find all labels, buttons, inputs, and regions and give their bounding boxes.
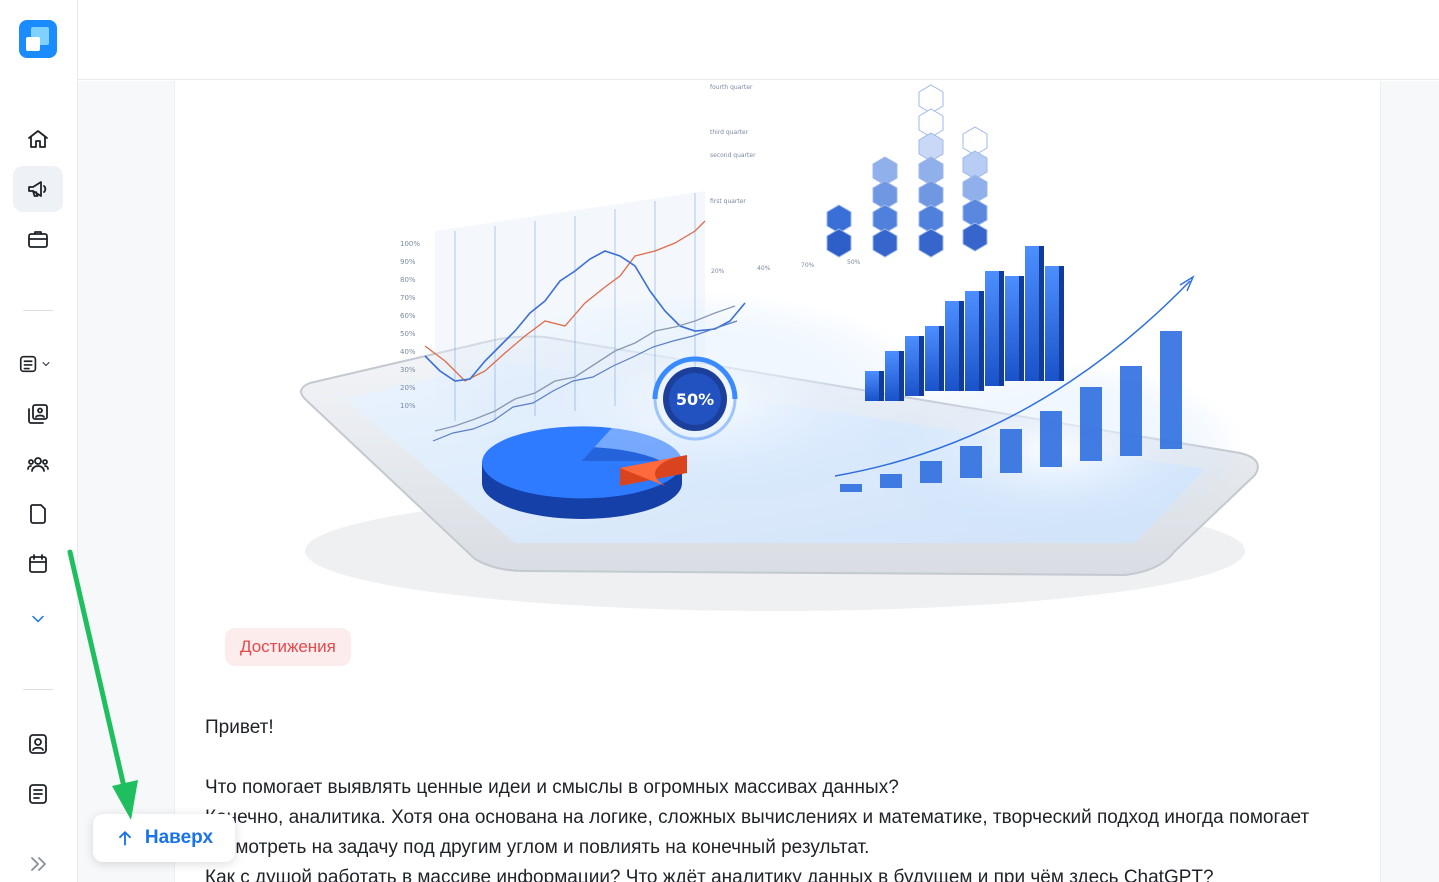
article-paragraph-2: Конечно, аналитика. Хотя она основана на… — [205, 807, 1310, 858]
people-icon — [27, 457, 49, 472]
nav-divider-2 — [23, 689, 53, 690]
hex-label-q2: second quarter — [710, 152, 756, 159]
hex-label-q1: first quarter — [710, 198, 746, 205]
hex-label-q4: fourth quarter — [710, 84, 753, 91]
home-icon — [28, 130, 48, 148]
y-tick-70: 70% — [400, 294, 416, 302]
nav-people[interactable] — [13, 441, 63, 487]
y-tick-100: 100% — [400, 240, 420, 248]
percent-ring: 50% — [652, 356, 738, 441]
y-tick-40: 40% — [400, 348, 416, 356]
article-greeting: Привет! — [205, 717, 274, 738]
calendar-icon — [29, 554, 47, 573]
nav-home[interactable] — [13, 116, 63, 162]
notes-icon — [29, 784, 47, 804]
nav-work[interactable] — [13, 216, 63, 262]
y-tick-80: 80% — [400, 276, 416, 284]
y-tick-60: 60% — [400, 312, 416, 320]
hex-pct-70: 70% — [801, 262, 815, 269]
nav-documents-menu[interactable] — [13, 341, 63, 387]
category-tag[interactable]: Достижения — [225, 628, 351, 666]
file-icon — [30, 504, 46, 524]
post-card: 100% 90% 80% 70% 60% 50% 40% 30% 20% 10% — [174, 81, 1381, 882]
nav-contacts[interactable] — [13, 721, 63, 767]
nav-expand-more[interactable] — [13, 596, 63, 642]
nav-announcements[interactable] — [13, 166, 63, 212]
sidebar — [0, 0, 78, 882]
scroll-to-top-button[interactable]: Наверх — [93, 814, 235, 862]
main-content: 100% 90% 80% 70% 60% 50% 40% 30% 20% 10% — [78, 81, 1439, 882]
document-list-icon — [19, 355, 37, 373]
y-tick-20: 20% — [400, 384, 416, 392]
article-paragraph-3: Как с душой работать в массиве информаци… — [205, 867, 1214, 882]
gallery-icon — [28, 404, 48, 424]
nav-gallery[interactable] — [13, 391, 63, 437]
app-logo[interactable] — [19, 20, 57, 58]
hex-pct-20: 20% — [711, 268, 725, 275]
y-tick-30: 30% — [400, 366, 416, 374]
megaphone-icon — [28, 181, 47, 197]
y-tick-50: 50% — [400, 330, 416, 338]
top-bar — [78, 0, 1439, 80]
article-body: Привет! Что помогает выявлять ценные иде… — [205, 713, 1365, 882]
y-tick-10: 10% — [400, 402, 416, 410]
scroll-to-top-label: Наверх — [144, 827, 214, 848]
hexagon-columns — [826, 84, 988, 258]
hex-pct-50: 50% — [847, 259, 861, 266]
collapse-sidebar-button[interactable] — [26, 852, 50, 876]
arrow-up-icon — [118, 831, 131, 846]
analytics-tablet-illustration: 100% 90% 80% 70% 60% 50% 40% 30% 20% 10% — [300, 84, 1259, 611]
chevron-down-small-icon — [42, 362, 50, 366]
nav-notes[interactable] — [13, 771, 63, 817]
y-tick-90: 90% — [400, 258, 416, 266]
briefcase-icon — [28, 231, 48, 248]
double-chevron-right-icon — [31, 857, 46, 871]
hex-label-q3: third quarter — [710, 129, 749, 136]
hex-pct-40: 40% — [757, 265, 771, 272]
nav-calendar[interactable] — [13, 541, 63, 587]
nav-divider — [23, 310, 53, 311]
article-paragraph-1: Что помогает выявлять ценные идеи и смыс… — [205, 777, 899, 798]
chevron-down-icon — [32, 615, 44, 623]
contact-card-icon — [29, 734, 47, 754]
nav-files[interactable] — [13, 491, 63, 537]
pie-chart — [482, 426, 687, 519]
percent-badge: 50% — [676, 390, 714, 409]
